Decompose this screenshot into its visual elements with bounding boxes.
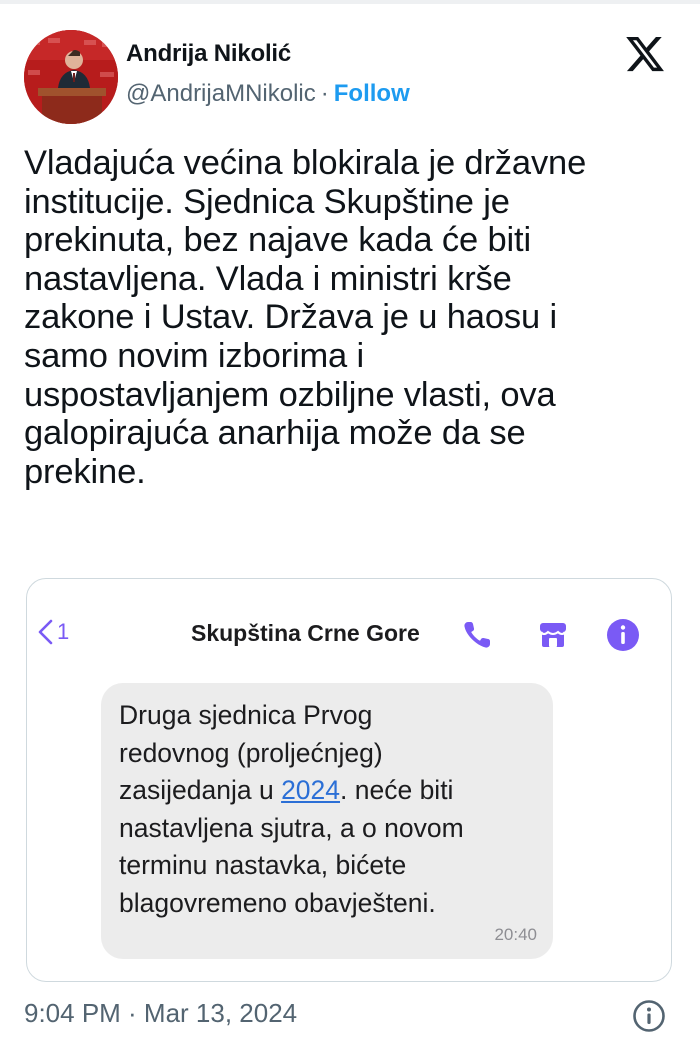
x-logo-icon[interactable] — [624, 33, 666, 75]
sms-back-button[interactable]: 1 — [37, 619, 69, 645]
store-icon[interactable] — [535, 617, 571, 653]
message-line-text: zasijedanja u — [119, 775, 282, 805]
phone-icon[interactable] — [459, 617, 495, 653]
tweet-line: zakone i Ustav. Država je u haosu i — [24, 298, 557, 337]
attached-image[interactable]: 1 Skupština Crne Gore Druga sjednica Prv… — [26, 578, 672, 982]
message-line-text: . neće biti — [340, 775, 454, 805]
message-line: redovnog (proljećnjeg) — [119, 737, 383, 768]
tweet-line: uspostavljanjem ozbiljne vlasti, ova — [24, 375, 556, 414]
back-count: 1 — [57, 619, 70, 644]
author-handle[interactable]: @AndrijaMNikolic — [126, 80, 316, 107]
follow-button[interactable]: Follow — [334, 80, 410, 107]
author-name[interactable]: Andrija Nikolić — [126, 40, 291, 68]
message-bubble: Druga sjednica Prvog redovnog (proljećnj… — [101, 683, 553, 959]
sms-header: 1 Skupština Crne Gore — [27, 579, 671, 679]
avatar-photo — [24, 30, 118, 124]
message-line: zasijedanja u 2024. neće biti — [119, 772, 464, 810]
card-top-border — [0, 0, 700, 4]
tweet-line: nastavljena. Vlada i ministri krše — [24, 259, 512, 298]
info-icon[interactable] — [632, 999, 666, 1033]
message-line: nastavljena sjutra, a o novom — [119, 812, 464, 843]
date-link[interactable]: 2024 — [281, 775, 340, 805]
tweet-line: institucije. Sjednica Skupštine je — [24, 182, 510, 221]
sms-contact-name: Skupština Crne Gore — [191, 620, 420, 646]
tweet-line: prekinuta, bez najave kada će biti — [24, 221, 531, 260]
message-line: blagovremeno obavješteni. — [119, 887, 436, 918]
tweet-timestamp[interactable]: 9:04 PM · Mar 13, 2024 — [24, 998, 297, 1029]
tweet-line: prekine. — [24, 452, 146, 491]
message-line: Druga sjednica Prvog — [119, 700, 373, 730]
separator-dot: · — [320, 80, 329, 107]
tweet-line: samo novim izborima i — [24, 336, 365, 375]
chevron-left-icon — [38, 619, 53, 645]
tweet-card: Andrija Nikolić @AndrijaMNikolic · Follow … — [0, 0, 700, 1043]
avatar[interactable] — [24, 30, 118, 124]
message-time: 20:40 — [494, 925, 537, 944]
tweet-line: galopirajuća anarhija može da se — [24, 414, 526, 453]
info-circle-icon[interactable] — [605, 617, 641, 653]
tweet-text: Vladajuća većina blokirala je državne in… — [24, 144, 674, 491]
message-line: terminu nastavka, bićete — [119, 850, 407, 880]
author-meta: @AndrijaMNikolic · Follow — [126, 80, 410, 108]
message-text: Druga sjednica Prvog redovnog (proljećnj… — [119, 697, 464, 922]
tweet-line: Vladajuća većina blokirala je državne — [24, 144, 587, 182]
